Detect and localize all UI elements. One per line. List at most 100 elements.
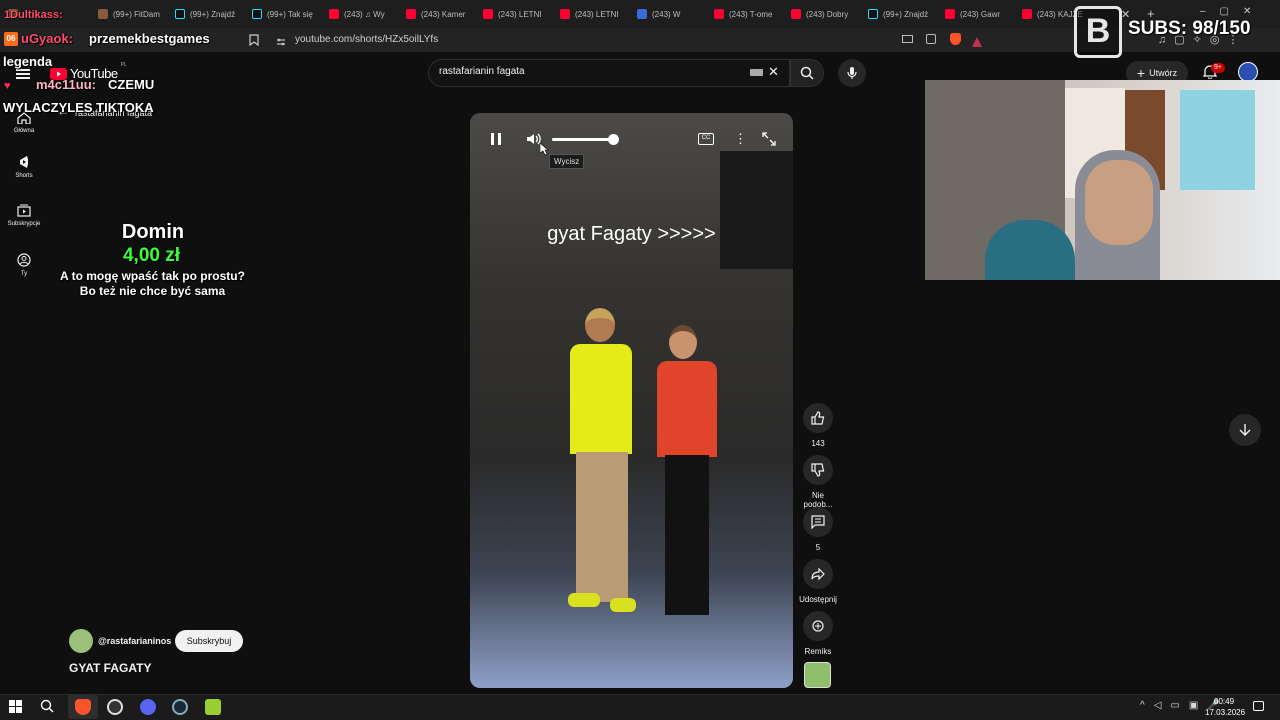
browser-tab[interactable]: (243) W bbox=[629, 0, 706, 28]
brave-shield-icon[interactable] bbox=[950, 33, 961, 45]
cast-icon[interactable] bbox=[902, 35, 913, 43]
arrow-down-icon bbox=[1239, 424, 1251, 436]
clock-time[interactable]: 00:49 bbox=[1214, 697, 1234, 706]
streamer-logo-letter: B bbox=[1085, 12, 1111, 50]
tab-label: (243) T-ome bbox=[729, 9, 773, 19]
menu-icon[interactable] bbox=[16, 69, 30, 79]
clock-date[interactable]: 17.03.2026 bbox=[1205, 708, 1245, 717]
short-video-player[interactable]: gyat Fagaty >>>>> CC ⋮ bbox=[470, 113, 793, 688]
steam-icon[interactable] bbox=[172, 699, 188, 715]
like-button[interactable]: 143 bbox=[797, 403, 839, 448]
volume-slider[interactable] bbox=[552, 134, 619, 145]
subscriptions-icon bbox=[17, 204, 31, 217]
notification-center-icon[interactable] bbox=[1253, 701, 1264, 711]
comments-button[interactable]: 5 bbox=[797, 507, 839, 552]
browser-tab[interactable]: (99+) FitDam bbox=[90, 0, 167, 28]
tab-label: (243) W bbox=[652, 9, 681, 19]
bookmark-icon[interactable] bbox=[249, 33, 259, 51]
dislike-button[interactable]: Nie podob... bbox=[797, 455, 839, 509]
remix-button[interactable]: Remiks bbox=[797, 611, 839, 656]
sound-thumbnail[interactable] bbox=[804, 662, 831, 688]
tab-label: (99+) Tak się bbox=[267, 9, 313, 19]
browser-tab[interactable]: (99+) Tak się bbox=[244, 0, 321, 28]
donation-message-line-2: Bo też nie chce być sama bbox=[79, 284, 226, 298]
taskbar-search-button[interactable] bbox=[40, 699, 54, 718]
chat-message-1: przemekbestgames bbox=[89, 31, 210, 46]
tab-favicon-icon bbox=[252, 9, 262, 19]
discord-icon[interactable] bbox=[140, 699, 156, 715]
streamer-logo: B bbox=[1074, 6, 1122, 58]
fullscreen-icon[interactable] bbox=[762, 132, 776, 151]
browser-tab[interactable]: (243) T-ome bbox=[706, 0, 783, 28]
share-icon bbox=[811, 567, 825, 581]
browser-tab[interactable]: (243) LETNI bbox=[475, 0, 552, 28]
clear-search-icon[interactable]: ✕ bbox=[768, 64, 779, 80]
chat-message-1-cont: legenda bbox=[3, 54, 53, 69]
browser-tab[interactable]: (99+) Znajdź bbox=[167, 0, 244, 28]
browser-tab[interactable]: (99+) Znajdź bbox=[860, 0, 937, 28]
search-button[interactable] bbox=[790, 59, 824, 87]
chat-username-2: uGyaok: bbox=[21, 31, 74, 46]
pause-button[interactable] bbox=[488, 131, 504, 147]
sidebar-item-shorts[interactable]: Shorts bbox=[0, 155, 48, 179]
site-info-icon[interactable] bbox=[276, 34, 286, 52]
avatar[interactable] bbox=[1238, 62, 1258, 82]
remix-icon bbox=[812, 620, 824, 632]
search-input[interactable]: rastafarianin fagata bbox=[439, 66, 525, 77]
heart-icon: ♥ bbox=[4, 80, 11, 92]
donation-amount: 4,00 zł bbox=[122, 245, 181, 266]
browser-tab[interactable]: (243) Kamer bbox=[398, 0, 475, 28]
share-button[interactable]: Udostępnij bbox=[797, 559, 839, 604]
browser-tab[interactable]: (243) LETNI bbox=[552, 0, 629, 28]
short-title: GYAT FAGATY bbox=[69, 661, 152, 675]
tab-label: (99+) Znajdź bbox=[190, 9, 236, 19]
search-icon bbox=[800, 66, 814, 80]
chat-line-1: 1Dultikass: bbox=[4, 9, 63, 21]
sidebar-item-home[interactable]: Główna bbox=[0, 112, 48, 134]
volume-slider-knob[interactable] bbox=[607, 134, 619, 145]
subscribe-button[interactable]: Subskrybuj bbox=[175, 630, 243, 652]
next-short-button[interactable] bbox=[1229, 414, 1261, 446]
captions-button[interactable]: CC bbox=[698, 133, 714, 145]
voice-search-button[interactable] bbox=[838, 59, 866, 87]
like-count: 143 bbox=[811, 439, 825, 448]
tab-favicon-icon bbox=[714, 9, 724, 19]
notification-badge: 9+ bbox=[1211, 63, 1225, 73]
channel-avatar[interactable] bbox=[69, 629, 93, 653]
mute-tooltip: Wycisz bbox=[549, 154, 585, 169]
tab-label: (243) Kamer bbox=[421, 9, 466, 19]
wall-doorway bbox=[720, 151, 793, 269]
search-icon bbox=[40, 699, 54, 713]
more-options-icon[interactable]: ⋮ bbox=[734, 131, 747, 147]
browser-tab[interactable]: (243) ♫ Wy bbox=[321, 0, 398, 28]
keyboard-icon[interactable] bbox=[750, 69, 763, 76]
webcam-feed bbox=[925, 80, 1280, 280]
windows-taskbar bbox=[0, 694, 1280, 720]
remix-label: Remiks bbox=[804, 647, 832, 656]
shorts-icon bbox=[20, 156, 28, 168]
share-label: Udostępnij bbox=[799, 595, 837, 604]
tab-label: (243) Gawr bbox=[960, 9, 1001, 19]
tab-favicon-icon bbox=[406, 9, 416, 19]
channel-name[interactable]: @rastafarianinos bbox=[98, 636, 171, 646]
tab-label: (243) LETNI bbox=[498, 9, 542, 19]
window-controls[interactable]: –▢✕ bbox=[1200, 6, 1265, 17]
start-button[interactable] bbox=[9, 700, 22, 718]
url-field[interactable]: youtube.com/shorts/HZx5oilLYfs bbox=[295, 31, 915, 49]
tab-favicon-icon bbox=[637, 9, 647, 19]
mouse-cursor bbox=[539, 142, 549, 160]
person-left bbox=[560, 308, 640, 628]
brave-rewards-icon[interactable] bbox=[972, 34, 982, 52]
subs-goal: SUBS: 98/150 bbox=[1128, 18, 1251, 39]
obs-icon[interactable] bbox=[107, 699, 123, 715]
tab-label: (243) Dobry bbox=[806, 9, 849, 19]
browser-tab[interactable]: (243) Gawr bbox=[937, 0, 1014, 28]
windows-icon bbox=[9, 700, 22, 713]
share-page-icon[interactable] bbox=[926, 34, 936, 44]
tab-label: (243) LETNI bbox=[575, 9, 619, 19]
brave-browser-icon[interactable] bbox=[75, 699, 91, 715]
browser-tab[interactable]: (243) Dobry bbox=[783, 0, 860, 28]
app-icon[interactable] bbox=[205, 699, 221, 715]
donation-message-line-1: A to mogę wpaść tak po prostu? bbox=[60, 269, 245, 283]
comment-count: 5 bbox=[815, 543, 821, 552]
